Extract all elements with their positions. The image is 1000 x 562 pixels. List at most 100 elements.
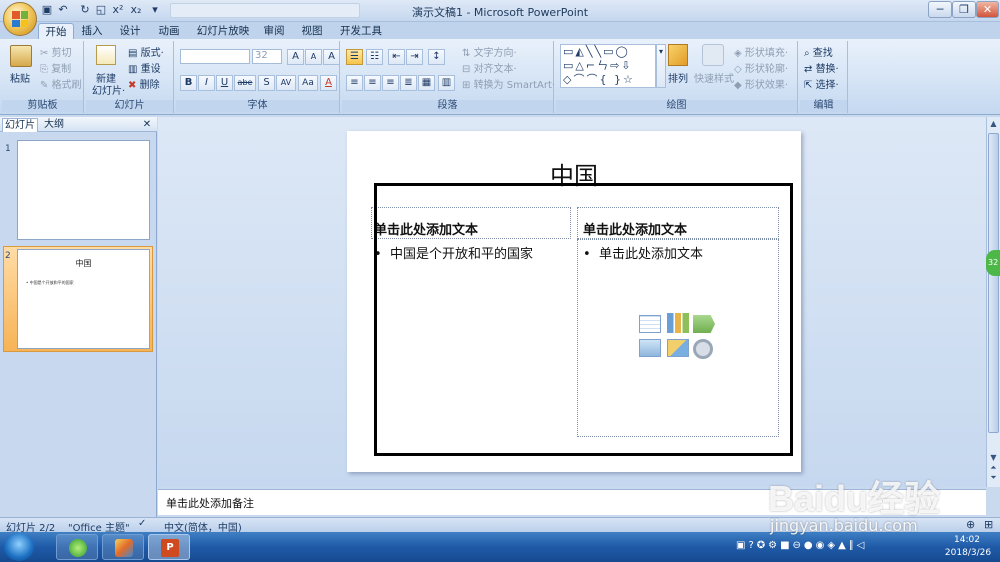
replace-button[interactable]: ⇄ 替换· xyxy=(804,60,839,75)
close-button[interactable]: ✕ xyxy=(976,1,999,18)
bold-button[interactable]: B xyxy=(180,75,197,91)
text-direction-button[interactable]: ⇅ 文字方向· xyxy=(462,44,517,59)
taskbar-browser[interactable] xyxy=(56,534,98,560)
new-slide-dropdown[interactable]: 幻灯片· xyxy=(92,82,125,97)
tab-animation[interactable]: 动画 xyxy=(152,23,186,39)
paste-button[interactable]: 粘贴 xyxy=(10,70,30,85)
spellcheck-icon[interactable]: ✓ xyxy=(138,518,146,529)
tab-slideshow[interactable]: 幻灯片放映 xyxy=(194,23,252,39)
slide-number-2: 2 xyxy=(5,251,11,261)
taskbar-powerpoint[interactable]: P xyxy=(148,534,190,560)
slide-thumbnail-2[interactable]: 中国 • 中国是个开放和平的国家 xyxy=(17,249,150,349)
shape-effects-button[interactable]: ◆ 形状效果· xyxy=(734,76,788,91)
prev-slide-icon[interactable]: ⏶ xyxy=(988,463,999,473)
system-tray-icons[interactable]: ▣?✪⚙■⊖●◉◈▲∥◁ xyxy=(736,540,932,554)
font-color-button[interactable]: A xyxy=(320,75,337,91)
format-painter-button[interactable]: ✎ 格式刷 xyxy=(40,76,82,91)
align-center-icon[interactable]: ≡ xyxy=(364,75,381,91)
reset-button[interactable]: ▥ 重设 xyxy=(128,60,161,75)
vertical-scrollbar[interactable]: ▲ ▼ ⏶ ⏷ xyxy=(986,117,1000,487)
clock-time[interactable]: 14:02 xyxy=(942,535,992,545)
font-name-box[interactable] xyxy=(180,49,250,64)
font-shrink-button[interactable]: A xyxy=(305,49,322,65)
shapes-more-icon[interactable]: ▾ xyxy=(656,44,666,88)
superscript-button[interactable]: x² xyxy=(110,3,126,19)
shapes-gallery[interactable]: ▭◭╲╲▭◯ ▭△⌐ㄣ⇨⇩ ◇⌒⌒{ }☆ xyxy=(560,44,656,88)
clear-format-button[interactable]: A xyxy=(323,49,340,65)
paste-icon[interactable] xyxy=(10,45,32,67)
undo-icon[interactable]: ↶ xyxy=(56,3,70,19)
tab-view[interactable]: 视图 xyxy=(296,23,328,39)
restore-button[interactable]: ❐ xyxy=(952,1,976,18)
tab-slides[interactable]: 幻灯片 xyxy=(2,118,38,132)
strikethrough-button[interactable]: abe xyxy=(234,75,256,91)
bullets-icon[interactable]: ☰ xyxy=(346,49,363,65)
subscript-button[interactable]: x₂ xyxy=(128,3,144,19)
next-slide-icon[interactable]: ⏷ xyxy=(988,473,999,483)
tab-developer[interactable]: 开发工具 xyxy=(336,23,386,39)
shape-fill-button[interactable]: ◈ 形状填充· xyxy=(734,44,788,59)
clock-date[interactable]: 2018/3/26 xyxy=(940,548,996,558)
layout-button[interactable]: ▤ 版式· xyxy=(128,44,164,59)
align-text-button[interactable]: ⊟ 对齐文本· xyxy=(462,60,517,75)
tab-insert[interactable]: 插入 xyxy=(76,23,108,39)
delete-button[interactable]: ✖ 删除 xyxy=(128,76,160,91)
align-right-icon[interactable]: ≡ xyxy=(382,75,399,91)
slide-thumbnail-1[interactable] xyxy=(17,140,150,240)
decrease-indent-icon[interactable]: ⇤ xyxy=(388,49,405,65)
smartart-button[interactable]: ⊞ 转换为 SmartArt· xyxy=(462,76,555,91)
taskbar-paint[interactable] xyxy=(102,534,144,560)
arrange-icon[interactable] xyxy=(668,44,688,66)
copy-label: 复制 xyxy=(51,64,72,75)
change-case-button[interactable]: Aa xyxy=(298,75,318,91)
title-search-box xyxy=(170,3,360,18)
qat-customize-icon[interactable]: ▾ xyxy=(150,3,160,19)
paragraph-label: 段落 xyxy=(342,100,553,112)
font-grow-button[interactable]: A xyxy=(287,49,304,65)
new-slide-icon[interactable] xyxy=(96,45,116,65)
quick-styles-icon[interactable] xyxy=(702,44,724,66)
panel-close-icon[interactable]: ✕ xyxy=(140,118,154,132)
distributed-icon[interactable]: ▦ xyxy=(418,75,435,91)
zoom-in-icon[interactable]: ⊕ xyxy=(966,518,975,531)
zoom-badge[interactable]: 32 xyxy=(986,250,1000,276)
thumb-bullet: • 中国是个开放和平的国家 xyxy=(26,280,74,285)
fit-window-icon[interactable]: ⊞ xyxy=(984,518,993,531)
tab-home[interactable]: 开始 xyxy=(38,23,74,39)
arrange-button[interactable]: 排列 xyxy=(668,70,688,85)
tab-review[interactable]: 审阅 xyxy=(258,23,290,39)
scroll-down-icon[interactable]: ▼ xyxy=(988,453,999,463)
print-preview-icon[interactable]: ◱ xyxy=(94,3,108,19)
ribbon-tabs xyxy=(0,22,1000,39)
start-button[interactable] xyxy=(4,533,34,561)
reset-label: 重设 xyxy=(140,64,161,75)
underline-button[interactable]: U xyxy=(216,75,233,91)
save-icon[interactable]: ▣ xyxy=(40,3,54,19)
find-label: 查找 xyxy=(812,48,833,59)
tab-design[interactable]: 设计 xyxy=(114,23,146,39)
shape-outline-button[interactable]: ◇ 形状轮廓· xyxy=(734,60,788,75)
slides-label: 幻灯片 xyxy=(86,100,173,112)
scroll-up-icon[interactable]: ▲ xyxy=(988,119,999,131)
find-button[interactable]: ⌕ 查找 xyxy=(804,44,833,59)
scroll-thumb[interactable] xyxy=(988,133,999,433)
justify-icon[interactable]: ≣ xyxy=(400,75,417,91)
font-size-box[interactable]: 32 xyxy=(252,49,282,64)
minimize-button[interactable]: ─ xyxy=(928,1,952,18)
tab-outline[interactable]: 大纲 xyxy=(40,118,68,132)
shape-outline-label: 形状轮廓· xyxy=(744,64,789,75)
select-button[interactable]: ⇱ 选择· xyxy=(804,76,839,91)
quick-styles-button[interactable]: 快速样式 xyxy=(694,70,734,85)
shadow-button[interactable]: S xyxy=(258,75,275,91)
columns-icon[interactable]: ▥ xyxy=(438,75,455,91)
align-left-icon[interactable]: ≡ xyxy=(346,75,363,91)
line-spacing-icon[interactable]: ↕ xyxy=(428,49,445,65)
cut-button[interactable]: ✂ 剪切 xyxy=(40,44,72,59)
char-spacing-button[interactable]: AV xyxy=(276,75,296,91)
copy-button[interactable]: ⎘ 复制 xyxy=(40,60,71,75)
redo-icon[interactable]: ↻ xyxy=(78,3,92,19)
italic-button[interactable]: I xyxy=(198,75,215,91)
increase-indent-icon[interactable]: ⇥ xyxy=(406,49,423,65)
office-button[interactable] xyxy=(3,2,37,36)
numbering-icon[interactable]: ☷ xyxy=(366,49,383,65)
